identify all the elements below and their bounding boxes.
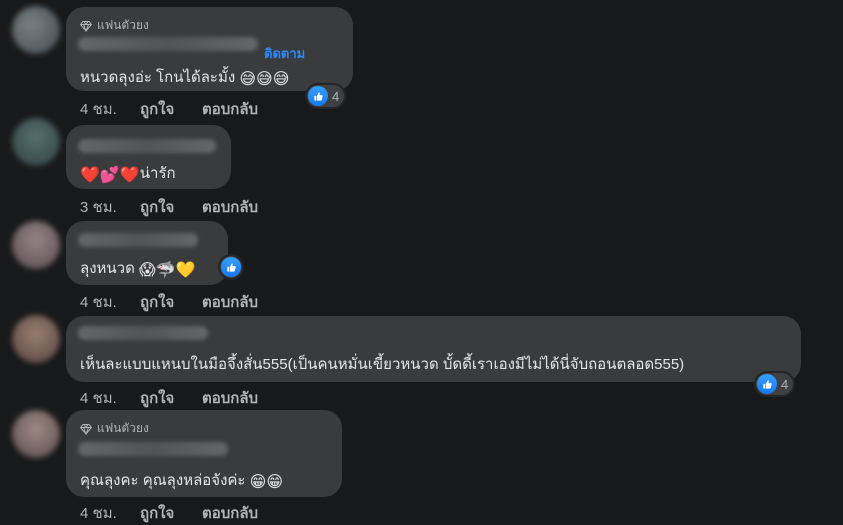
top-fan-badge: แฟนตัวยง bbox=[80, 16, 149, 35]
comment-actions: 4 ชม. ถูกใจ ตอบกลับ bbox=[80, 290, 258, 314]
commenter-name[interactable] bbox=[78, 326, 208, 340]
reply-button[interactable]: ตอบกลับ bbox=[202, 386, 258, 410]
comment-time[interactable]: 4 ชม. bbox=[80, 386, 140, 410]
comment-text-content: คุณลุงคะ คุณลุงหล่อจังค่ะ bbox=[80, 472, 246, 489]
reply-button[interactable]: ตอบกลับ bbox=[202, 97, 258, 121]
like-button[interactable]: ถูกใจ bbox=[140, 501, 202, 525]
comment-time[interactable]: 4 ชม. bbox=[80, 290, 140, 314]
diamond-icon bbox=[80, 20, 92, 32]
emoji-scream-shark-heart: 😱🦈💛 bbox=[139, 259, 196, 279]
comment-actions: 4 ชม. ถูกใจ ตอบกลับ bbox=[80, 501, 258, 525]
comment-text: ❤️💕❤️น่ารัก bbox=[80, 161, 176, 185]
comment-text-content: ลุงหนวด bbox=[80, 260, 135, 277]
comment-time[interactable]: 4 ชม. bbox=[80, 97, 140, 121]
diamond-icon bbox=[80, 423, 92, 435]
comment-text-content: น่ารัก bbox=[139, 165, 176, 182]
comment-actions: 4 ชม. ถูกใจ ตอบกลับ bbox=[80, 386, 258, 410]
like-button[interactable]: ถูกใจ bbox=[140, 290, 202, 314]
emoji-hearts: ❤️💕❤️ bbox=[80, 164, 140, 184]
comment-bubble: เห็นละแบบแหนบในมือจึ้งสั่น555(เป็นคนหมั่… bbox=[66, 316, 801, 382]
comment-text: หนวดลุงอ่ะ โกนได้ละมั้ง 😅😅😅 bbox=[80, 65, 289, 89]
thumbs-up-icon bbox=[221, 257, 241, 277]
like-button[interactable]: ถูกใจ bbox=[140, 386, 202, 410]
avatar[interactable] bbox=[12, 118, 60, 166]
thumbs-up-icon bbox=[757, 374, 777, 394]
comment-actions: 4 ชม. ถูกใจ ตอบกลับ bbox=[80, 97, 258, 121]
reply-button[interactable]: ตอบกลับ bbox=[202, 501, 258, 525]
avatar[interactable] bbox=[12, 6, 60, 54]
thumbs-up-icon bbox=[308, 86, 328, 106]
badge-label: แฟนตัวยง bbox=[97, 18, 149, 32]
commenter-name[interactable] bbox=[78, 139, 216, 153]
emoji-grin: 😁😁 bbox=[249, 471, 284, 491]
avatar[interactable] bbox=[12, 410, 60, 458]
comment-text-content: หนวดลุงอ่ะ โกนได้ละมั้ง bbox=[80, 69, 236, 86]
reply-button[interactable]: ตอบกลับ bbox=[202, 290, 258, 314]
avatar[interactable] bbox=[12, 315, 60, 363]
comment-text: ลุงหนวด 😱🦈💛 bbox=[80, 256, 196, 280]
reply-button[interactable]: ตอบกลับ bbox=[202, 195, 258, 219]
commenter-name[interactable] bbox=[78, 233, 198, 247]
comment-bubble: ❤️💕❤️น่ารัก bbox=[66, 125, 231, 189]
avatar[interactable] bbox=[12, 221, 60, 269]
comment-bubble: แฟนตัวยง ติดตาม หนวดลุงอ่ะ โกนได้ละมั้ง … bbox=[66, 7, 353, 91]
comment-text: เห็นละแบบแหนบในมือจึ้งสั่น555(เป็นคนหมั่… bbox=[80, 352, 684, 376]
comment-time[interactable]: 4 ชม. bbox=[80, 501, 140, 525]
emoji-sweat-smile: 😅😅😅 bbox=[239, 68, 290, 88]
commenter-name[interactable] bbox=[78, 442, 228, 456]
comment-bubble: แฟนตัวยง คุณลุงคะ คุณลุงหล่อจังค่ะ 😁😁 bbox=[66, 410, 342, 497]
comment-text: คุณลุงคะ คุณลุงหล่อจังค่ะ 😁😁 bbox=[80, 468, 283, 492]
commenter-name[interactable] bbox=[78, 37, 258, 51]
comment-bubble: ลุงหนวด 😱🦈💛 bbox=[66, 221, 228, 285]
follow-link[interactable]: ติดตาม bbox=[264, 43, 305, 64]
reaction-count[interactable]: 4 bbox=[756, 373, 794, 395]
like-button[interactable]: ถูกใจ bbox=[140, 97, 202, 121]
reaction-like[interactable] bbox=[220, 256, 242, 278]
comment-actions: 3 ชม. ถูกใจ ตอบกลับ bbox=[80, 195, 258, 219]
comment-time[interactable]: 3 ชม. bbox=[80, 195, 140, 219]
top-fan-badge: แฟนตัวยง bbox=[80, 419, 149, 438]
reaction-number: 4 bbox=[781, 376, 789, 392]
badge-label: แฟนตัวยง bbox=[97, 421, 149, 435]
like-button[interactable]: ถูกใจ bbox=[140, 195, 202, 219]
reaction-number: 4 bbox=[332, 88, 340, 104]
reaction-count[interactable]: 4 bbox=[307, 85, 345, 107]
comment-text-content: เห็นละแบบแหนบในมือจึ้งสั่น555(เป็นคนหมั่… bbox=[80, 356, 685, 373]
